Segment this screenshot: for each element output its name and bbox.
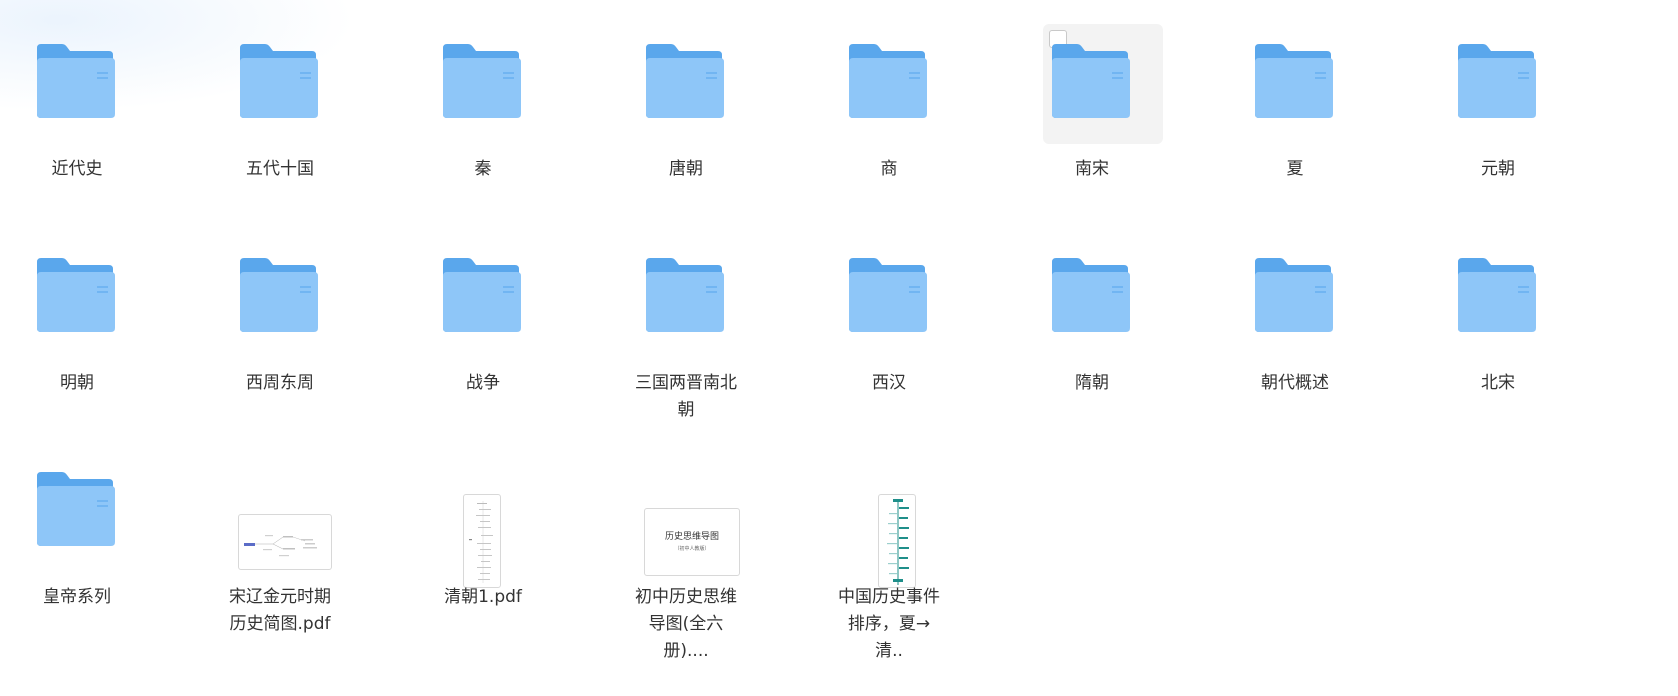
folder-item[interactable]: 西汉: [812, 214, 962, 424]
item-label[interactable]: 中国历史事件排序，夏→清..: [834, 584, 944, 665]
folder-icon: [644, 248, 730, 344]
item-label[interactable]: 皇帝系列: [2, 584, 152, 611]
folder-item[interactable]: 三国两晋南北朝: [609, 214, 759, 424]
pdf-thumbnail: [463, 494, 501, 588]
pdf-thumbnail-mindmap-icon: [238, 462, 332, 570]
pdf-thumbnail: [238, 514, 332, 570]
item-label[interactable]: 初中历史思维导图(全六册)....: [631, 584, 741, 665]
folder-icon: [1456, 34, 1542, 130]
folder-item-hovered[interactable]: 南宋: [1015, 0, 1165, 210]
folder-icon: [238, 34, 324, 130]
folder-icon: [1253, 248, 1339, 344]
pdf-file-item[interactable]: 宋辽金元时期历史简图.pdf: [203, 428, 353, 638]
thumbnail-subtitle: （初中人教版）: [674, 546, 710, 552]
folder-icon: [1050, 248, 1136, 344]
folder-item[interactable]: 皇帝系列: [0, 428, 150, 638]
file-grid: 近代史 五代十国 秦 唐朝 商 南宋 夏 元朝 明朝 西周东周 战争 三国两晋南…: [0, 0, 1678, 696]
folder-item[interactable]: 近代史: [0, 0, 150, 210]
folder-item[interactable]: 商: [812, 0, 962, 210]
folder-item[interactable]: 五代十国: [203, 0, 353, 210]
folder-item[interactable]: 北宋: [1421, 214, 1571, 424]
folder-icon: [1456, 248, 1542, 344]
folder-item[interactable]: 元朝: [1421, 0, 1571, 210]
pdf-thumbnail-cover-icon: 历史思维导图 （初中人教版）: [644, 462, 740, 576]
folder-icon: [644, 34, 730, 130]
item-label[interactable]: 宋辽金元时期历史简图.pdf: [225, 584, 335, 638]
item-label[interactable]: 战争: [408, 370, 558, 397]
folder-icon: [35, 462, 121, 558]
folder-icon: [1253, 34, 1339, 130]
pdf-thumbnail: [878, 494, 916, 588]
folder-item[interactable]: 秦: [406, 0, 556, 210]
folder-icon: [1050, 34, 1136, 130]
folder-icon: [441, 248, 527, 344]
folder-item[interactable]: 朝代概述: [1218, 214, 1368, 424]
item-label[interactable]: 秦: [408, 156, 558, 183]
item-label[interactable]: 朝代概述: [1220, 370, 1370, 397]
item-label[interactable]: 商: [814, 156, 964, 183]
folder-item[interactable]: 战争: [406, 214, 556, 424]
pdf-file-item[interactable]: 清朝1.pdf: [406, 428, 556, 638]
folder-item[interactable]: 夏: [1218, 0, 1368, 210]
folder-item[interactable]: 唐朝: [609, 0, 759, 210]
item-label[interactable]: 近代史: [2, 156, 152, 183]
pdf-file-item[interactable]: 中国历史事件排序，夏→清..: [812, 428, 962, 661]
pdf-thumbnail: 历史思维导图 （初中人教版）: [644, 508, 740, 576]
item-label[interactable]: 南宋: [1017, 156, 1167, 183]
item-label[interactable]: 北宋: [1423, 370, 1573, 397]
folder-item[interactable]: 西周东周: [203, 214, 353, 424]
folder-icon: [35, 248, 121, 344]
item-label[interactable]: 隋朝: [1017, 370, 1167, 397]
item-label[interactable]: 西周东周: [205, 370, 355, 397]
item-label[interactable]: 元朝: [1423, 156, 1573, 183]
folder-icon: [35, 34, 121, 130]
thumbnail-title: 历史思维导图: [664, 532, 719, 542]
folder-icon: [847, 248, 933, 344]
item-label[interactable]: 西汉: [814, 370, 964, 397]
folder-item[interactable]: 隋朝: [1015, 214, 1165, 424]
item-label[interactable]: 三国两晋南北朝: [631, 370, 741, 424]
pdf-thumbnail-portrait-icon: [441, 462, 527, 588]
folder-icon: [441, 34, 527, 130]
pdf-file-item[interactable]: 历史思维导图 （初中人教版） 初中历史思维导图(全六册)....: [609, 428, 759, 661]
item-label[interactable]: 夏: [1220, 156, 1370, 183]
item-label[interactable]: 明朝: [2, 370, 152, 397]
folder-icon: [847, 34, 933, 130]
folder-item[interactable]: 明朝: [0, 214, 150, 424]
folder-icon: [238, 248, 324, 344]
item-label[interactable]: 唐朝: [611, 156, 761, 183]
item-label[interactable]: 五代十国: [205, 156, 355, 183]
pdf-thumbnail-timeline-icon: [847, 462, 933, 588]
item-label[interactable]: 清朝1.pdf: [408, 584, 558, 611]
